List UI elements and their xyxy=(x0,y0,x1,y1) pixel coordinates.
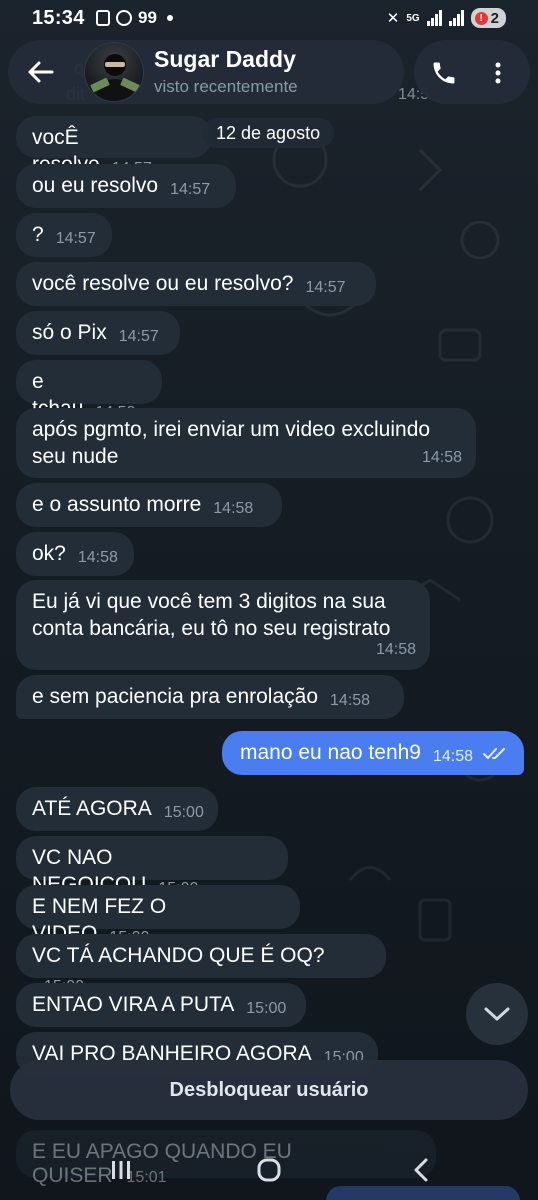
message-bubble[interactable]: ? 14:57 xyxy=(16,213,112,257)
message-bubble[interactable]: VC NAO NEGOICOU15:00 xyxy=(16,836,288,897)
message-time: 14:58 xyxy=(213,500,254,517)
avatar-image xyxy=(90,54,140,101)
network-type: 5G xyxy=(406,12,420,24)
message-text: ENTAO VIRA A PUTA xyxy=(32,993,235,1016)
scroll-to-bottom-button[interactable] xyxy=(466,983,528,1045)
nav-back-button[interactable] xyxy=(404,1150,438,1190)
recents-icon xyxy=(112,1161,130,1179)
home-button[interactable] xyxy=(252,1150,286,1190)
battery-alert-icon: ! xyxy=(474,11,488,25)
status-bar: 15:34 99 ✕ 5G ! 2 xyxy=(0,0,538,36)
message-text: e o assunto morre xyxy=(32,493,202,516)
message-text: ok? xyxy=(32,542,66,565)
message-bubble[interactable]: ENTAO VIRA A PUTA 15:00 xyxy=(16,983,306,1027)
message-bubble[interactable]: você resolve ou eu resolvo? 14:57 xyxy=(16,262,376,306)
date-separator: 12 de agosto xyxy=(202,118,335,148)
arrow-left-icon xyxy=(28,61,54,83)
message-text: e sem paciencia pra enrolação xyxy=(32,685,319,708)
message-time: 14:58 xyxy=(432,748,474,765)
status-time: 15:34 xyxy=(32,7,85,29)
battery-level: 2 xyxy=(490,9,499,27)
message-bubble[interactable]: e o assunto morre 14:58 xyxy=(16,483,282,527)
message-time: 14:57 xyxy=(118,328,159,345)
signal-icon xyxy=(426,10,442,26)
message-bubble[interactable]: ok? 14:58 xyxy=(16,532,134,576)
screenshot-notification-icon xyxy=(96,10,110,26)
message-text: ATÉ AGORA xyxy=(32,797,152,820)
unblock-user-button[interactable]: Desbloquear usuário xyxy=(10,1060,528,1120)
message-time: 15:00 xyxy=(163,804,204,821)
more-options-button[interactable] xyxy=(484,56,512,90)
message-text: ? xyxy=(32,223,44,246)
message-bubble[interactable]: Eu já vi que você tem 3 digitos na sua c… xyxy=(16,580,430,670)
message-bubble[interactable]: ou eu resolvo 14:57 xyxy=(16,164,236,208)
message-text: só o Pix xyxy=(32,321,107,344)
message-bubble[interactable]: E NEM FEZ O VIDEO15:00 xyxy=(16,885,300,946)
message-time: 14:58 xyxy=(77,549,118,566)
message-text: mano eu nao tenh9 xyxy=(240,741,421,764)
message-text: Eu já vi que você tem 3 digitos na sua c… xyxy=(32,590,391,640)
read-receipt-icon xyxy=(482,748,505,759)
chevron-down-icon xyxy=(484,1007,510,1021)
call-button[interactable] xyxy=(426,56,462,90)
message-time: 15:00 xyxy=(246,1000,287,1017)
message-text: você resolve ou eu resolvo? xyxy=(32,272,294,295)
message-time: 14:57 xyxy=(305,279,346,296)
back-icon xyxy=(414,1158,428,1182)
message-bubble[interactable]: ATÉ AGORA 15:00 xyxy=(16,787,218,831)
message-text: VC TÁ ACHANDO QUE É OQ? xyxy=(32,944,325,967)
message-bubble[interactable]: só o Pix 14:57 xyxy=(16,311,180,355)
notification-dot-icon xyxy=(166,15,173,21)
battery-indicator: ! 2 xyxy=(470,8,506,28)
message-text: ou eu resolvo xyxy=(32,174,159,197)
back-button[interactable] xyxy=(20,54,60,90)
outgoing-message-bubble[interactable]: mano eu nao tenh9 14:58 xyxy=(222,731,524,775)
avatar[interactable] xyxy=(84,42,144,102)
recents-button[interactable] xyxy=(104,1150,138,1190)
whatsapp-icon xyxy=(116,10,132,26)
message-bubble[interactable]: e tchau14:58 xyxy=(16,360,162,421)
message-time: 14:57 xyxy=(55,230,96,247)
message-bubble[interactable]: vocÊ resolve14:57 xyxy=(16,116,212,177)
message-bubble[interactable]: após pgmto, irei enviar um video excluin… xyxy=(16,408,476,478)
message-bubble[interactable]: e sem paciencia pra enrolação 14:58 xyxy=(16,675,404,719)
message-time: 14:58 xyxy=(330,692,371,709)
message-time: 14:58 xyxy=(421,449,462,466)
notification-count: 99 xyxy=(138,8,157,27)
message-time: 14:57 xyxy=(170,181,211,198)
message-text: após pgmto, irei enviar um video excluin… xyxy=(32,418,431,468)
message-bubble[interactable]: VC TÁ ACHANDO QUE É OQ?15:00 xyxy=(16,934,386,995)
signal-2-icon xyxy=(448,10,464,26)
mute-icon: ✕ xyxy=(386,10,400,27)
phone-icon xyxy=(433,62,455,84)
contact-name[interactable]: Sugar Daddy xyxy=(154,46,296,73)
contact-status: visto recentemente xyxy=(154,77,298,96)
more-vertical-icon xyxy=(495,62,501,84)
home-icon xyxy=(257,1158,281,1182)
message-time: 14:58 xyxy=(375,641,416,658)
